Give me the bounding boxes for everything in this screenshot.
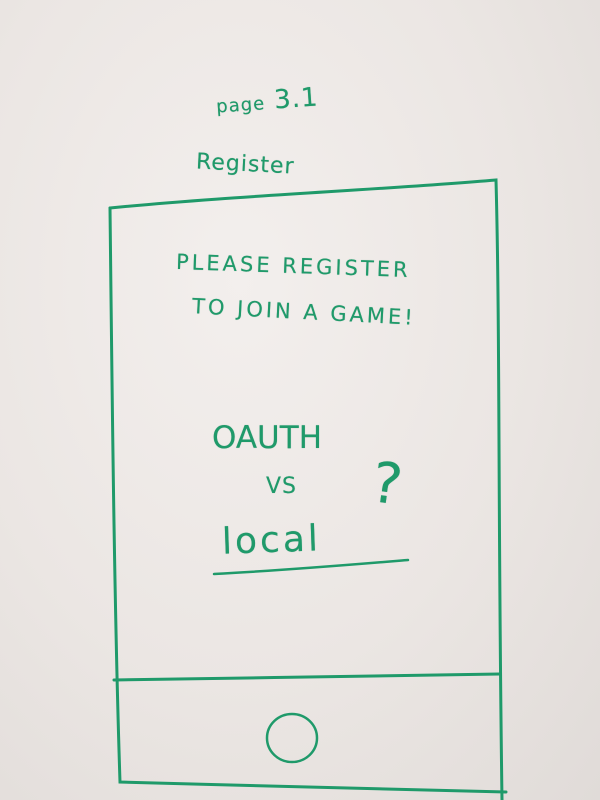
oauth-option-label: OAUTH — [212, 420, 322, 456]
local-option-label: local — [221, 518, 322, 563]
phone-sketch — [108, 178, 508, 800]
local-underline — [212, 558, 410, 576]
circle-home-button-icon — [265, 712, 319, 764]
phone-bezel-divider — [112, 672, 502, 682]
phone-outline-left — [108, 206, 508, 794]
whiteboard: page 3.1 Register PLEASE REGISTER TO JOI… — [0, 0, 600, 800]
versus-label: VS — [266, 474, 298, 499]
